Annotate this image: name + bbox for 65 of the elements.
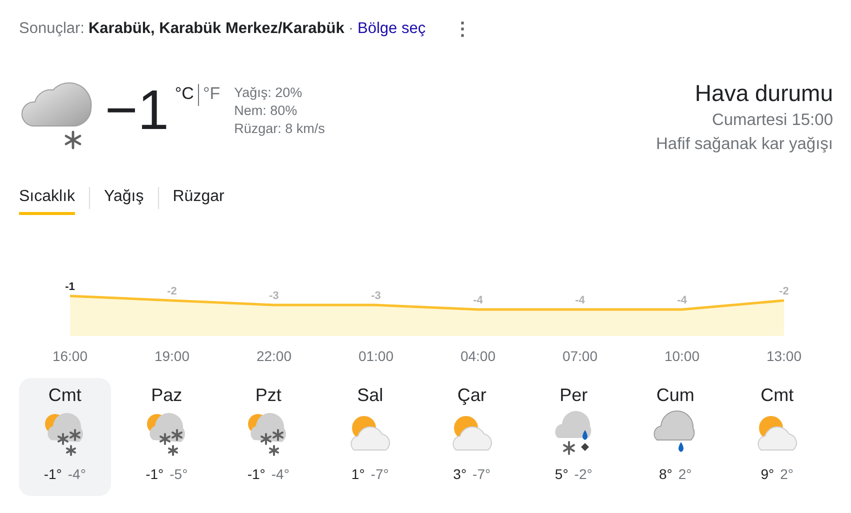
day-forecast[interactable]: Sal 1° -7°	[324, 378, 416, 496]
results-label: Sonuçlar:	[19, 20, 84, 38]
low-temperature: 2°	[678, 466, 692, 482]
tab[interactable]: Yağış	[104, 182, 144, 214]
high-temperature: 9°	[760, 466, 774, 482]
fahrenheit-unit[interactable]: °F	[202, 84, 220, 104]
hour-label: 07:00	[562, 348, 598, 364]
day-name: Pzt	[255, 384, 282, 406]
weather-detail: Rüzgar: 8 km/s	[234, 120, 325, 138]
day-time: Cumartesi 15:00	[712, 110, 833, 131]
day-forecast[interactable]: Paz -1° -5°	[120, 378, 212, 496]
high-temperature: -1°	[247, 466, 266, 482]
high-temperature: -1°	[146, 466, 164, 482]
high-temperature: 1°	[351, 466, 365, 482]
day-name: Paz	[151, 384, 182, 406]
weather-title: Hava durumu	[694, 79, 833, 108]
hour-label: 22:00	[256, 348, 292, 364]
day-name: Per	[560, 384, 588, 406]
high-temperature: 8°	[658, 466, 672, 482]
hour-label: 13:00	[766, 348, 802, 364]
hour-label: 16:00	[52, 348, 88, 364]
hour-label: 01:00	[358, 348, 394, 364]
more-menu-button[interactable]: ⋮	[450, 18, 476, 40]
temperature-label: -1	[65, 281, 75, 293]
low-temperature: -2°	[574, 466, 592, 482]
celsius-unit[interactable]: °C	[174, 84, 194, 104]
high-temperature: -1°	[44, 466, 62, 482]
low-temperature: -5°	[170, 466, 188, 482]
weather-detail: Yağış: 20%	[234, 84, 304, 102]
day-forecast[interactable]: Cum 8° 2°	[630, 378, 722, 496]
day-forecast[interactable]: Cmt 9° 2°	[731, 378, 823, 496]
temperature-label: -3	[269, 290, 279, 302]
hour-label: 04:00	[460, 348, 496, 364]
day-forecast[interactable]: Per 5° -2°	[528, 378, 620, 496]
high-temperature: 5°	[554, 466, 568, 482]
location-name: Karabük, Karabük Merkez/Karabük	[88, 20, 344, 38]
region-select-link[interactable]: Bölge seç	[358, 20, 426, 38]
weather-detail: Nem: 80%	[234, 102, 298, 120]
day-forecast[interactable]: Cmt -1° -4°	[19, 378, 111, 496]
day-forecast[interactable]: Çar 3° -7°	[426, 378, 518, 496]
low-temperature: -4°	[68, 466, 86, 482]
tab[interactable]: Sıcaklık	[19, 182, 76, 214]
separator-dot: ·	[348, 20, 354, 38]
weather-condition: Hafif sağanak kar yağışı	[656, 134, 833, 155]
low-temperature: -7°	[370, 466, 389, 482]
low-temperature: -4°	[271, 466, 290, 482]
high-temperature: 3°	[453, 466, 467, 482]
temperature-label: -2	[167, 286, 177, 298]
hour-label: 19:00	[154, 348, 190, 364]
temperature-label: -2	[779, 286, 789, 298]
day-name: Cum	[656, 384, 694, 406]
low-temperature: -7°	[472, 466, 491, 482]
day-name: Cmt	[760, 384, 794, 406]
day-name: Sal	[357, 384, 384, 406]
temperature-label: -3	[371, 290, 381, 302]
temperature-label: -4	[575, 294, 585, 306]
temperature-label: -4	[473, 294, 483, 306]
day-forecast[interactable]: Pzt -1° -4°	[222, 378, 314, 496]
day-name: Çar	[457, 384, 486, 406]
tab[interactable]: Rüzgar	[172, 182, 224, 214]
temperature-label: -4	[677, 294, 687, 306]
current-temperature: −1	[105, 78, 169, 142]
day-name: Cmt	[48, 384, 82, 406]
hour-label: 10:00	[664, 348, 700, 364]
low-temperature: 2°	[780, 466, 794, 482]
